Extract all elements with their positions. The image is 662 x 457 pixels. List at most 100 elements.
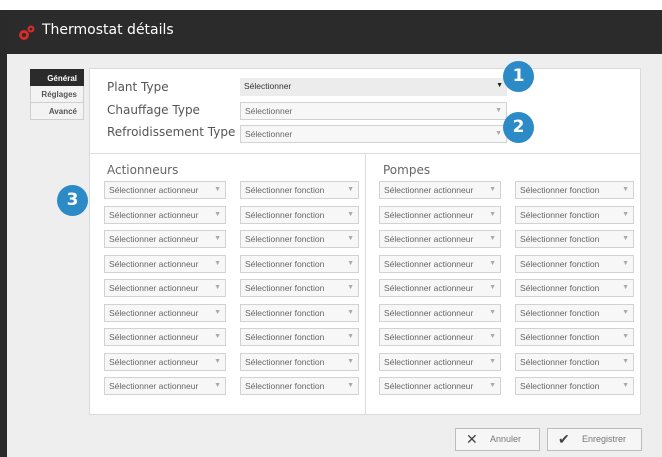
select-pompe-fonction[interactable]: Sélectionner fonction ▼ (515, 279, 634, 297)
select-pompe-fonction[interactable]: Sélectionner fonction ▼ (515, 254, 634, 273)
chevron-down-icon: ▼ (489, 382, 496, 389)
chevron-down-icon: ▼ (347, 235, 354, 242)
select-actionneur[interactable]: Sélectionner actionneur ▼ (104, 254, 226, 273)
chevron-down-icon: ▼ (489, 235, 496, 242)
window-title: Thermostat détails (42, 22, 174, 38)
select-actionneur-value: Sélectionner actionneur (109, 209, 199, 220)
chevron-down-icon: ▼ (489, 186, 496, 193)
select-pompe-actionneur-value: Sélectionner actionneur (384, 307, 474, 318)
select-pompe-fonction[interactable]: Sélectionner fonction ▼ (515, 181, 634, 199)
select-fonction[interactable]: Sélectionner fonction ▼ (240, 377, 359, 395)
chevron-down-icon: ▼ (214, 186, 221, 193)
select-actionneur-value: Sélectionner actionneur (109, 283, 199, 293)
select-actionneur[interactable]: Sélectionner actionneur ▼ (104, 181, 226, 199)
select-pompe-actionneur-value: Sélectionner actionneur (384, 356, 474, 367)
select-actionneur-value: Sélectionner actionneur (109, 332, 199, 342)
select-actionneur[interactable]: Sélectionner actionneur ▼ (104, 303, 226, 322)
select-actionneur[interactable]: Sélectionner actionneur ▼ (104, 377, 226, 395)
select-fonction-value: Sélectionner fonction (245, 258, 325, 269)
select-fonction[interactable]: Sélectionner fonction ▼ (240, 205, 359, 224)
select-pompe-actionneur[interactable]: Sélectionner actionneur ▼ (379, 328, 501, 346)
select-actionneur-value: Sélectionner actionneur (109, 356, 199, 367)
select-fonction[interactable]: Sélectionner fonction ▼ (240, 352, 359, 371)
cancel-button[interactable]: ✕ Annuler (455, 428, 540, 451)
refroidissement-type-select[interactable]: Sélectionner ▼ (240, 125, 507, 143)
select-pompe-fonction[interactable]: Sélectionner fonction ▼ (515, 205, 634, 224)
select-actionneur[interactable]: Sélectionner actionneur ▼ (104, 352, 226, 371)
select-pompe-actionneur[interactable]: Sélectionner actionneur ▼ (379, 254, 501, 273)
select-pompe-actionneur-value: Sélectionner actionneur (384, 332, 474, 342)
chevron-down-icon: ▼ (496, 82, 503, 89)
select-pompe-fonction-value: Sélectionner fonction (520, 258, 600, 269)
select-pompe-fonction-value: Sélectionner fonction (520, 185, 600, 195)
select-pompe-fonction-value: Sélectionner fonction (520, 356, 600, 367)
select-actionneur-value: Sélectionner actionneur (109, 258, 199, 269)
chevron-down-icon: ▼ (347, 308, 354, 316)
select-fonction-value: Sélectionner fonction (245, 209, 325, 220)
chauffage-type-label: Chauffage Type (107, 103, 200, 117)
chevron-down-icon: ▼ (489, 357, 496, 365)
chevron-down-icon: ▼ (214, 259, 221, 267)
select-pompe-fonction[interactable]: Sélectionner fonction ▼ (515, 352, 634, 371)
select-actionneur[interactable]: Sélectionner actionneur ▼ (104, 328, 226, 346)
select-pompe-fonction-value: Sélectionner fonction (520, 234, 600, 244)
section-title-actionneurs: Actionneurs (107, 163, 179, 177)
section-title-pompes: Pompes (383, 163, 431, 177)
select-pompe-fonction[interactable]: Sélectionner fonction ▼ (515, 377, 634, 395)
select-fonction[interactable]: Sélectionner fonction ▼ (240, 328, 359, 346)
select-pompe-actionneur[interactable]: Sélectionner actionneur ▼ (379, 181, 501, 199)
select-pompe-actionneur[interactable]: Sélectionner actionneur ▼ (379, 279, 501, 297)
select-fonction[interactable]: Sélectionner fonction ▼ (240, 279, 359, 297)
chevron-down-icon: ▼ (489, 210, 496, 218)
select-actionneur[interactable]: Sélectionner actionneur ▼ (104, 230, 226, 248)
tab-avance[interactable]: Avancé (30, 103, 84, 120)
select-pompe-actionneur[interactable]: Sélectionner actionneur ▼ (379, 205, 501, 224)
plant-type-value: Sélectionner (244, 81, 292, 91)
checkmark-icon: ✔ (558, 431, 570, 447)
select-pompe-actionneur[interactable]: Sélectionner actionneur ▼ (379, 377, 501, 395)
chevron-down-icon: ▼ (214, 235, 221, 242)
select-fonction[interactable]: Sélectionner fonction ▼ (240, 181, 359, 199)
select-fonction-value: Sélectionner fonction (245, 381, 325, 391)
chevron-down-icon: ▼ (622, 357, 629, 365)
tab-reglages[interactable]: Réglages (30, 86, 84, 103)
select-pompe-fonction[interactable]: Sélectionner fonction ▼ (515, 303, 634, 322)
select-pompe-fonction[interactable]: Sélectionner fonction ▼ (515, 230, 634, 248)
chevron-down-icon: ▼ (347, 210, 354, 218)
plant-type-label: Plant Type (107, 80, 169, 94)
chauffage-type-select[interactable]: Sélectionner ▼ (240, 102, 507, 120)
select-fonction[interactable]: Sélectionner fonction ▼ (240, 254, 359, 273)
tab-general[interactable]: Général (30, 69, 84, 86)
chevron-down-icon: ▼ (347, 186, 354, 193)
chevron-down-icon: ▼ (489, 284, 496, 291)
callout-badge-2: 2 (503, 112, 534, 143)
select-pompe-actionneur[interactable]: Sélectionner actionneur ▼ (379, 352, 501, 371)
select-fonction[interactable]: Sélectionner fonction ▼ (240, 230, 359, 248)
callout-badge-3: 3 (57, 185, 88, 216)
chevron-down-icon: ▼ (489, 308, 496, 316)
chevron-down-icon: ▼ (214, 284, 221, 291)
chauffage-type-value: Sélectionner (245, 106, 293, 116)
save-button[interactable]: ✔ Enregistrer (547, 428, 642, 451)
chevron-down-icon: ▼ (495, 107, 502, 114)
select-pompe-actionneur[interactable]: Sélectionner actionneur ▼ (379, 303, 501, 322)
select-pompe-actionneur-value: Sélectionner actionneur (384, 258, 474, 269)
chevron-down-icon: ▼ (622, 259, 629, 267)
select-fonction[interactable]: Sélectionner fonction ▼ (240, 303, 359, 322)
window-left-edge (0, 10, 7, 457)
chevron-down-icon: ▼ (347, 333, 354, 340)
select-pompe-fonction[interactable]: Sélectionner fonction ▼ (515, 328, 634, 346)
select-pompe-actionneur[interactable]: Sélectionner actionneur ▼ (379, 230, 501, 248)
select-actionneur[interactable]: Sélectionner actionneur ▼ (104, 205, 226, 224)
chevron-down-icon: ▼ (347, 357, 354, 365)
select-pompe-fonction-value: Sélectionner fonction (520, 307, 600, 318)
select-pompe-actionneur-value: Sélectionner actionneur (384, 381, 474, 391)
close-icon: ✕ (466, 431, 478, 447)
chevron-down-icon: ▼ (622, 186, 629, 193)
plant-type-select[interactable]: Sélectionner ▼ (240, 78, 507, 96)
select-fonction-value: Sélectionner fonction (245, 332, 325, 342)
select-actionneur[interactable]: Sélectionner actionneur ▼ (104, 279, 226, 297)
select-pompe-fonction-value: Sélectionner fonction (520, 283, 600, 293)
gears-icon (19, 25, 35, 40)
refroidissement-type-value: Sélectionner (245, 129, 293, 139)
